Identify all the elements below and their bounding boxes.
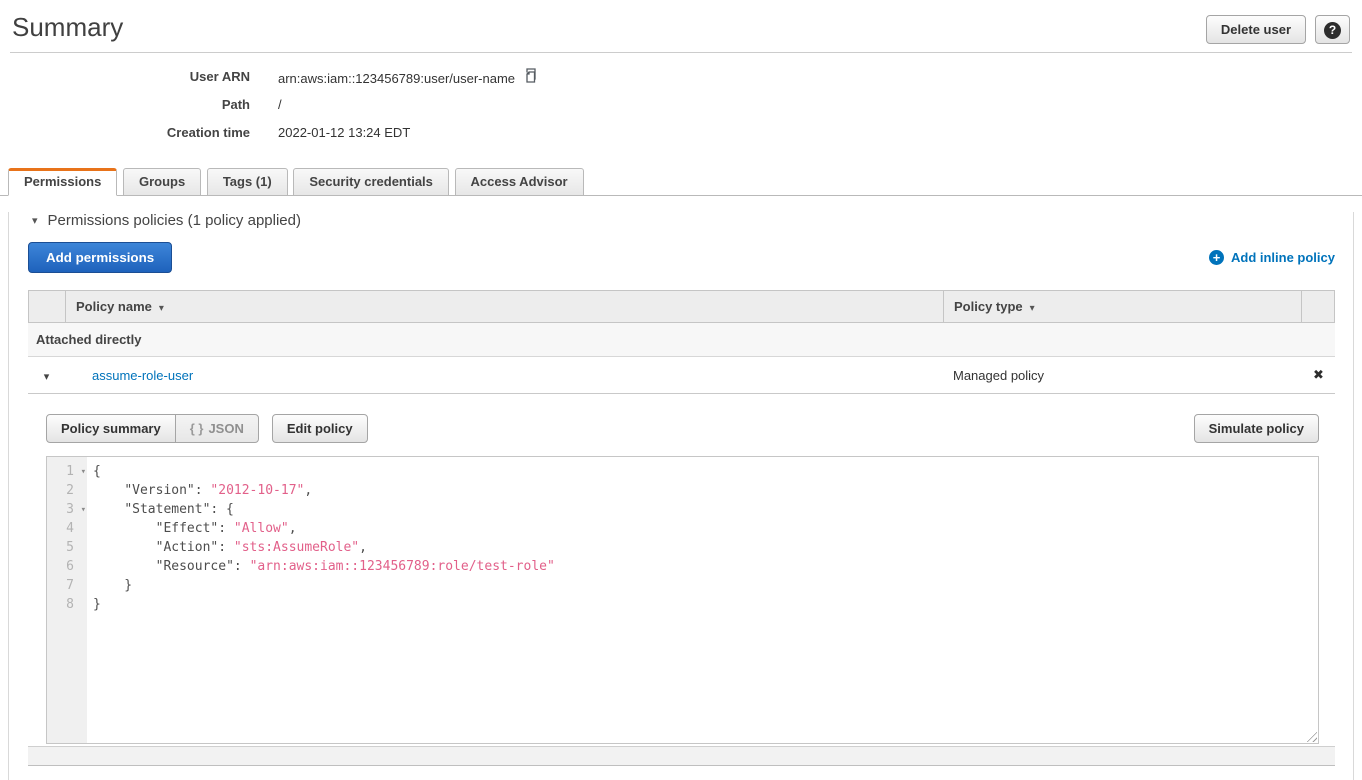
policy-detail-panel: Policy summary { } JSON Edit policy Simul… xyxy=(28,394,1335,766)
policy-type-header-label: Policy type xyxy=(954,299,1023,314)
field-row-user-arn: User ARN arn:aws:iam::123456789:user/use… xyxy=(0,69,1362,97)
policy-summary-view-button[interactable]: Policy summary xyxy=(46,414,176,443)
gutter-line-number: 5 xyxy=(47,538,87,557)
curly-braces-icon: { } xyxy=(190,421,204,436)
gutter-line-number: 1▾ xyxy=(47,462,87,481)
code-line: "Resource": "arn:aws:iam::123456789:role… xyxy=(93,557,1318,576)
code-line: } xyxy=(93,595,1318,614)
path-label: Path xyxy=(0,97,250,112)
policy-type-column-header[interactable]: Policy type ▾ xyxy=(943,291,1301,322)
code-line: "Version": "2012-10-17", xyxy=(93,481,1318,500)
code-line: "Statement": { xyxy=(93,500,1318,519)
tab-groups[interactable]: Groups xyxy=(123,168,201,196)
collapse-section-icon[interactable]: ▾ xyxy=(32,214,38,227)
creation-time-value: 2022-01-12 13:24 EDT xyxy=(278,125,410,140)
user-arn-value-wrap: arn:aws:iam::123456789:user/user-name xyxy=(278,69,540,87)
field-row-creation-time: Creation time 2022-01-12 13:24 EDT xyxy=(0,125,1362,153)
tab-tags[interactable]: Tags (1) xyxy=(207,168,288,196)
policy-row: ▾ assume-role-user Managed policy ✖ xyxy=(28,357,1335,394)
code-line: { xyxy=(93,462,1318,481)
simulate-policy-button[interactable]: Simulate policy xyxy=(1194,414,1319,443)
field-row-path: Path / xyxy=(0,97,1362,125)
policy-action-cell: ✖ xyxy=(1302,357,1335,393)
user-arn-value: arn:aws:iam::123456789:user/user-name xyxy=(278,71,515,86)
sort-arrow-icon: ▾ xyxy=(1030,303,1035,314)
policy-name-column-header[interactable]: Policy name ▾ xyxy=(66,291,943,322)
actions-column-header xyxy=(1301,291,1334,322)
add-permissions-button[interactable]: Add permissions xyxy=(28,242,172,273)
gutter-line-number: 6 xyxy=(47,557,87,576)
editor-code[interactable]: { "Version": "2012-10-17", "Statement": … xyxy=(87,457,1318,743)
fold-toggle-icon[interactable]: ▾ xyxy=(81,463,86,482)
edit-policy-button[interactable]: Edit policy xyxy=(272,414,368,443)
fold-toggle-icon[interactable]: ▾ xyxy=(81,501,86,520)
plus-circle-icon: + xyxy=(1209,250,1224,265)
path-value: / xyxy=(278,97,282,112)
editor-gutter: 1▾23▾45678 xyxy=(47,457,87,743)
policy-view-button-group: Policy summary { } JSON xyxy=(46,414,259,443)
gutter-line-number: 2 xyxy=(47,481,87,500)
code-line: } xyxy=(93,576,1318,595)
policy-name-header-label: Policy name xyxy=(76,299,152,314)
policy-table: Policy name ▾ Policy type ▾ Attached direc… xyxy=(28,290,1335,766)
page-header: Summary Delete user ? xyxy=(0,0,1362,44)
code-line: "Effect": "Allow", xyxy=(93,519,1318,538)
attached-directly-group-row: Attached directly xyxy=(28,323,1335,357)
gutter-line-number: 7 xyxy=(47,576,87,595)
permissions-policies-section: ▾ Permissions policies (1 policy applied… xyxy=(8,212,1354,780)
sort-arrow-icon: ▾ xyxy=(159,303,164,314)
policy-detail-footer xyxy=(28,746,1335,766)
delete-user-button[interactable]: Delete user xyxy=(1206,15,1306,44)
question-mark-icon: ? xyxy=(1324,22,1341,39)
json-view-button[interactable]: { } JSON xyxy=(175,414,259,443)
policy-view-toolbar: Policy summary { } JSON Edit policy Simul… xyxy=(46,414,1319,443)
add-inline-policy-label: Add inline policy xyxy=(1231,250,1335,265)
user-summary-fields: User ARN arn:aws:iam::123456789:user/use… xyxy=(0,69,1362,153)
policy-type-cell: Managed policy xyxy=(944,358,1302,393)
policy-name-link[interactable]: assume-role-user xyxy=(92,368,193,383)
expander-column-header xyxy=(29,291,66,322)
detail-tabs: Permissions Groups Tags (1) Security cre… xyxy=(0,167,1362,196)
header-actions: Delete user ? xyxy=(1206,12,1350,44)
creation-time-label: Creation time xyxy=(0,125,250,140)
gutter-line-number: 4 xyxy=(47,519,87,538)
json-editor[interactable]: 1▾23▾45678 { "Version": "2012-10-17", "S… xyxy=(46,456,1319,744)
user-arn-label: User ARN xyxy=(0,69,250,84)
code-line: "Action": "sts:AssumeRole", xyxy=(93,538,1318,557)
title-divider xyxy=(10,52,1352,53)
policy-name-cell: assume-role-user xyxy=(65,358,944,393)
json-view-label: JSON xyxy=(208,421,243,436)
tab-access-advisor[interactable]: Access Advisor xyxy=(455,168,584,196)
tab-permissions[interactable]: Permissions xyxy=(8,168,117,196)
copy-to-clipboard-icon[interactable] xyxy=(523,67,540,87)
row-expander-cell: ▾ xyxy=(28,358,65,393)
policy-table-header: Policy name ▾ Policy type ▾ xyxy=(28,290,1335,323)
row-expander-icon[interactable]: ▾ xyxy=(44,371,50,383)
gutter-line-number: 3▾ xyxy=(47,500,87,519)
permissions-toolbar: Add permissions + Add inline policy xyxy=(28,242,1335,273)
add-inline-policy-link[interactable]: + Add inline policy xyxy=(1209,250,1335,265)
permissions-policies-heading-text: Permissions policies (1 policy applied) xyxy=(48,212,301,229)
page-title: Summary xyxy=(12,12,123,42)
gutter-line-number: 8 xyxy=(47,595,87,614)
permissions-policies-heading: ▾ Permissions policies (1 policy applied… xyxy=(28,212,1335,229)
remove-policy-icon[interactable]: ✖ xyxy=(1313,367,1324,382)
tab-security-credentials[interactable]: Security credentials xyxy=(293,168,449,196)
help-button[interactable]: ? xyxy=(1315,15,1350,44)
